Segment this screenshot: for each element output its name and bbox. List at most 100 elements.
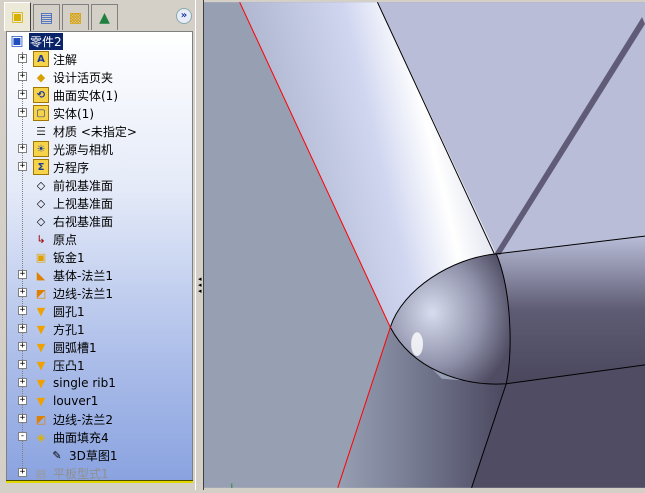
expand-toggle[interactable]: + xyxy=(18,306,27,315)
expand-toggle[interactable]: + xyxy=(18,90,27,99)
sheet-metal-icon: ▣ xyxy=(35,250,47,264)
tree-item-label: 基体-法兰1 xyxy=(53,268,113,283)
expand-toggle[interactable]: + xyxy=(18,342,27,351)
part-icon: ▣ xyxy=(10,33,24,49)
expand-toggle[interactable]: + xyxy=(18,288,27,297)
rollback-bar[interactable] xyxy=(6,480,193,483)
tree-item-label: 上视基准面 xyxy=(53,196,114,211)
tree-item[interactable]: Σ 方程序 xyxy=(33,158,89,176)
tree-item[interactable]: ◇ 右视基准面 xyxy=(33,212,113,230)
tree-root[interactable]: ▣ 零件2 xyxy=(9,32,63,50)
configuration-icon: ▩ xyxy=(68,9,83,26)
tree-item-label: 右视基准面 xyxy=(53,214,114,229)
tree-item-label: 方孔1 xyxy=(53,322,85,337)
tree-item[interactable]: ◇ 前视基准面 xyxy=(33,176,113,194)
lights-cameras-folder-icon: ☀ xyxy=(33,141,49,157)
tree-item-label: 前视基准面 xyxy=(53,178,114,193)
tree-item-label: 材质 <未指定> xyxy=(53,124,137,139)
tree-root-label: 零件2 xyxy=(29,32,63,50)
tree-item[interactable]: ◈ 曲面填充4 xyxy=(33,428,109,446)
forming-tool-icon: ▼ xyxy=(36,376,46,390)
expand-toggle[interactable]: + xyxy=(18,396,27,405)
tab-configuration-manager[interactable]: ▩ xyxy=(62,4,89,30)
tab-display-manager[interactable]: ▲ xyxy=(91,4,118,30)
3d-sketch-icon: ✎ xyxy=(52,448,62,462)
tree-item[interactable]: ☰ 材质 <未指定> xyxy=(33,122,137,140)
part-icon: ▣ xyxy=(10,9,25,25)
graphics-viewport[interactable]: ı xyxy=(204,0,645,490)
tree-item[interactable]: ▼ louver1 xyxy=(33,392,99,410)
design-binder-icon: ◆ xyxy=(36,70,46,84)
tree-item[interactable]: ☀ 光源与相机 xyxy=(33,140,113,158)
tab-property-manager[interactable]: ▤ xyxy=(33,4,60,30)
tree-item[interactable]: ◣ 基体-法兰1 xyxy=(33,266,113,284)
plane-icon: ◇ xyxy=(36,214,46,228)
filled-surface-icon: ◈ xyxy=(36,430,46,444)
annotations-folder-icon: A xyxy=(33,51,49,67)
model-view: ı xyxy=(204,1,645,490)
expand-toggle[interactable]: + xyxy=(18,414,27,423)
right-fillet-face[interactable] xyxy=(496,236,645,384)
tree-item[interactable]: ⟲ 曲面实体(1) xyxy=(33,86,118,104)
tree-item[interactable]: ▼ 圆孔1 xyxy=(33,302,85,320)
tree-item[interactable]: ▼ 方孔1 xyxy=(33,320,85,338)
surface-bodies-folder-icon: ⟲ xyxy=(33,87,49,103)
expand-toggle[interactable]: + xyxy=(18,108,27,117)
tree-item[interactable]: ↳ 原点 xyxy=(33,230,77,248)
plane-icon: ◇ xyxy=(36,178,46,192)
forming-tool-icon: ▼ xyxy=(36,394,46,408)
flat-pattern-icon: ▤ xyxy=(35,466,47,480)
equations-folder-icon: Σ xyxy=(33,159,49,175)
solid-bodies-folder-icon: ▢ xyxy=(33,105,49,121)
tree-item[interactable]: ▤ 平板型式1 xyxy=(33,464,109,481)
tree-item[interactable]: ◇ 上视基准面 xyxy=(33,194,113,212)
expand-toggle[interactable]: + xyxy=(18,324,27,333)
property-icon: ▤ xyxy=(39,9,54,26)
tree-item-label: 设计活页夹 xyxy=(53,70,114,85)
tree-item-label: 边线-法兰1 xyxy=(53,286,113,301)
panel-tabs: ▣ ▤ ▩ ▲ » xyxy=(0,0,196,31)
base-flange-icon: ◣ xyxy=(36,268,46,282)
tree-item-label: 圆弧槽1 xyxy=(53,340,97,355)
tree-item-label: single rib1 xyxy=(53,376,116,390)
feature-tree[interactable]: ▣ 零件2 + A 注解 + ◆ 设计活页夹 + ⟲ 曲面实体(1) + ▢ 实体(1) ☰ 材质 <未指… xyxy=(6,31,193,481)
tree-item[interactable]: A 注解 xyxy=(33,50,77,68)
tree-item-label: 方程序 xyxy=(53,160,90,175)
tree-item-label: 边线-法兰2 xyxy=(53,412,113,427)
expand-toggle[interactable]: + xyxy=(18,360,27,369)
tab-feature-manager[interactable]: ▣ xyxy=(4,2,31,31)
tree-item-label: 钣金1 xyxy=(53,250,85,265)
material-icon: ☰ xyxy=(36,124,46,138)
tree-item-label: 实体(1) xyxy=(53,106,94,121)
tree-item-label: 平板型式1 xyxy=(53,466,109,481)
forming-tool-icon: ▼ xyxy=(36,340,46,354)
edge-flange-icon: ◩ xyxy=(35,286,47,300)
panel-splitter[interactable]: ◂ ◂ ◂ xyxy=(195,0,204,490)
expand-toggle[interactable]: + xyxy=(18,270,27,279)
tree-item[interactable]: ◩ 边线-法兰2 xyxy=(33,410,113,428)
tree-item[interactable]: ▣ 钣金1 xyxy=(33,248,85,266)
tree-item[interactable]: ▼ single rib1 xyxy=(33,374,116,392)
tree-item-label: louver1 xyxy=(53,394,99,408)
tree-item[interactable]: ◩ 边线-法兰1 xyxy=(33,284,113,302)
forming-tool-icon: ▼ xyxy=(36,304,46,318)
edge-flange-icon: ◩ xyxy=(35,412,47,426)
expand-toggle[interactable]: + xyxy=(18,72,27,81)
expand-tabs-button[interactable]: » xyxy=(176,8,192,24)
collapse-toggle[interactable]: - xyxy=(18,432,27,441)
splitter-grip-icon: ◂ ◂ ◂ xyxy=(198,275,202,295)
expand-toggle[interactable]: + xyxy=(18,468,27,477)
expand-toggle[interactable]: + xyxy=(18,54,27,63)
expand-toggle[interactable]: + xyxy=(18,378,27,387)
tree-item-label: 曲面填充4 xyxy=(53,430,109,445)
tree-item[interactable]: ▢ 实体(1) xyxy=(33,104,94,122)
tree-item[interactable]: ▼ 压凸1 xyxy=(33,356,85,374)
tree-item[interactable]: ▼ 圆弧槽1 xyxy=(33,338,97,356)
expand-toggle[interactable]: + xyxy=(18,162,27,171)
forming-tool-icon: ▼ xyxy=(36,322,46,336)
expand-toggle[interactable]: + xyxy=(18,144,27,153)
tree-item-label: 3D草图1 xyxy=(69,448,118,463)
tree-item-label: 曲面实体(1) xyxy=(53,88,118,103)
tree-item[interactable]: ◆ 设计活页夹 xyxy=(33,68,113,86)
tree-item[interactable]: ✎ 3D草图1 xyxy=(49,446,118,464)
